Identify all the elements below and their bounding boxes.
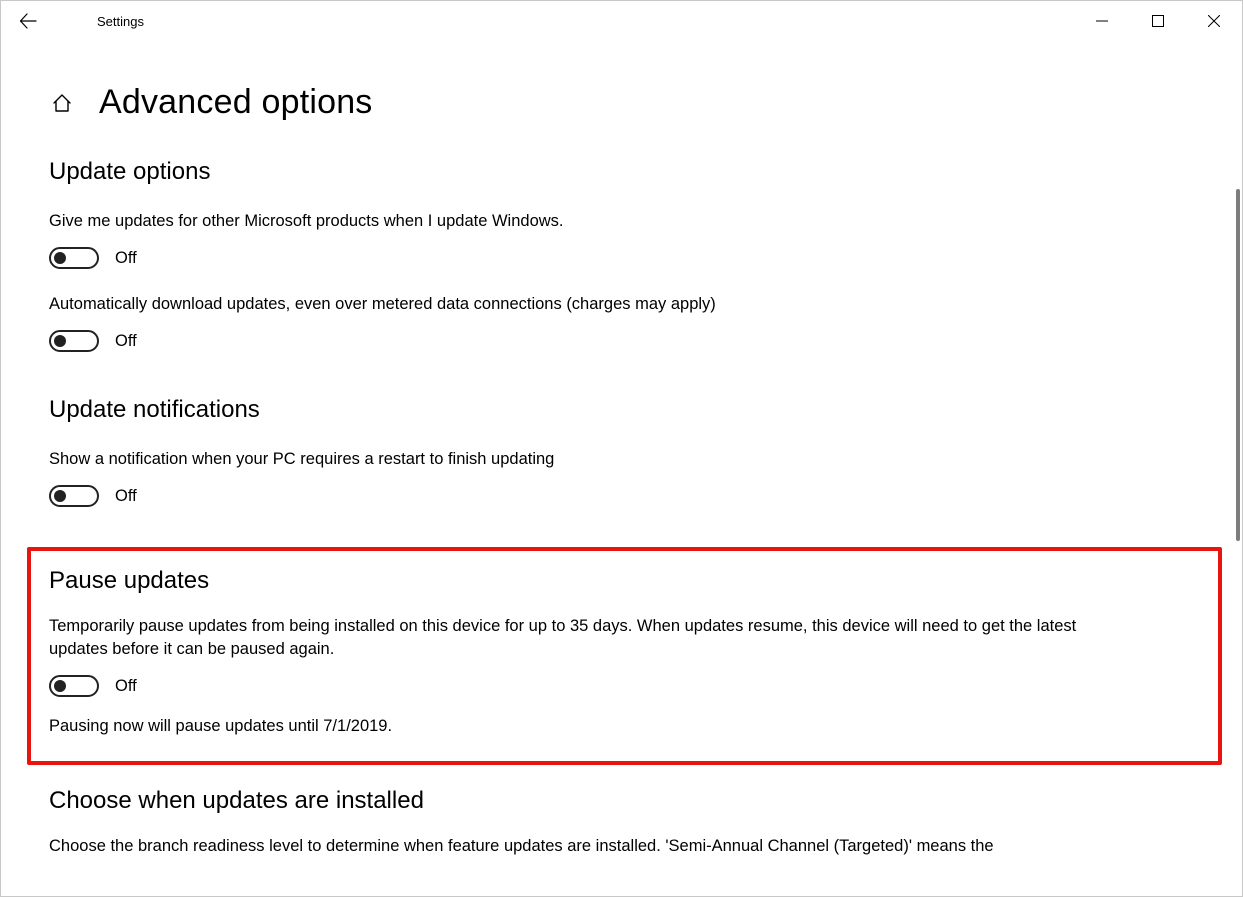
home-icon [51, 92, 73, 114]
maximize-icon [1152, 15, 1164, 27]
toggle-pause-updates[interactable] [49, 675, 99, 697]
toggle-pause-updates-state: Off [115, 677, 137, 696]
back-button[interactable] [5, 1, 51, 41]
section-update-options-heading: Update options [49, 158, 1212, 186]
toggle-other-microsoft-products[interactable] [49, 247, 99, 269]
pause-updates-note: Pausing now will pause updates until 7/1… [49, 715, 1139, 738]
section-pause-updates-heading: Pause updates [49, 567, 1202, 595]
home-button[interactable] [51, 92, 73, 114]
minimize-button[interactable] [1074, 1, 1130, 41]
minimize-icon [1096, 15, 1108, 27]
app-title: Settings [97, 14, 144, 29]
settings-window: Settings [0, 0, 1243, 897]
back-arrow-icon [19, 12, 37, 30]
titlebar: Settings [1, 1, 1242, 41]
close-icon [1208, 15, 1220, 27]
section-update-notifications-heading: Update notifications [49, 396, 1212, 424]
scrollbar-thumb[interactable] [1236, 189, 1240, 541]
toggle-other-microsoft-products-state: Off [115, 249, 137, 268]
update-notifications-item1-label: Show a notification when your PC require… [49, 448, 1139, 471]
update-options-item1-label: Give me updates for other Microsoft prod… [49, 210, 1139, 233]
close-button[interactable] [1186, 1, 1242, 41]
maximize-button[interactable] [1130, 1, 1186, 41]
page-header: Advanced options [51, 83, 1242, 122]
content-wrapper: Advanced options Update options Give me … [1, 41, 1242, 896]
toggle-metered-download[interactable] [49, 330, 99, 352]
pause-updates-highlight: Pause updates Temporarily pause updates … [27, 547, 1222, 764]
pause-updates-description: Temporarily pause updates from being ins… [49, 615, 1139, 661]
toggle-restart-notification[interactable] [49, 485, 99, 507]
toggle-restart-notification-state: Off [115, 487, 137, 506]
scroll-area: Update options Give me updates for other… [1, 158, 1242, 858]
section-choose-when-heading: Choose when updates are installed [49, 787, 1212, 815]
choose-when-description: Choose the branch readiness level to det… [49, 835, 1139, 858]
update-options-item2-label: Automatically download updates, even ove… [49, 293, 1139, 316]
toggle-metered-download-state: Off [115, 332, 137, 351]
page-title: Advanced options [99, 83, 373, 122]
